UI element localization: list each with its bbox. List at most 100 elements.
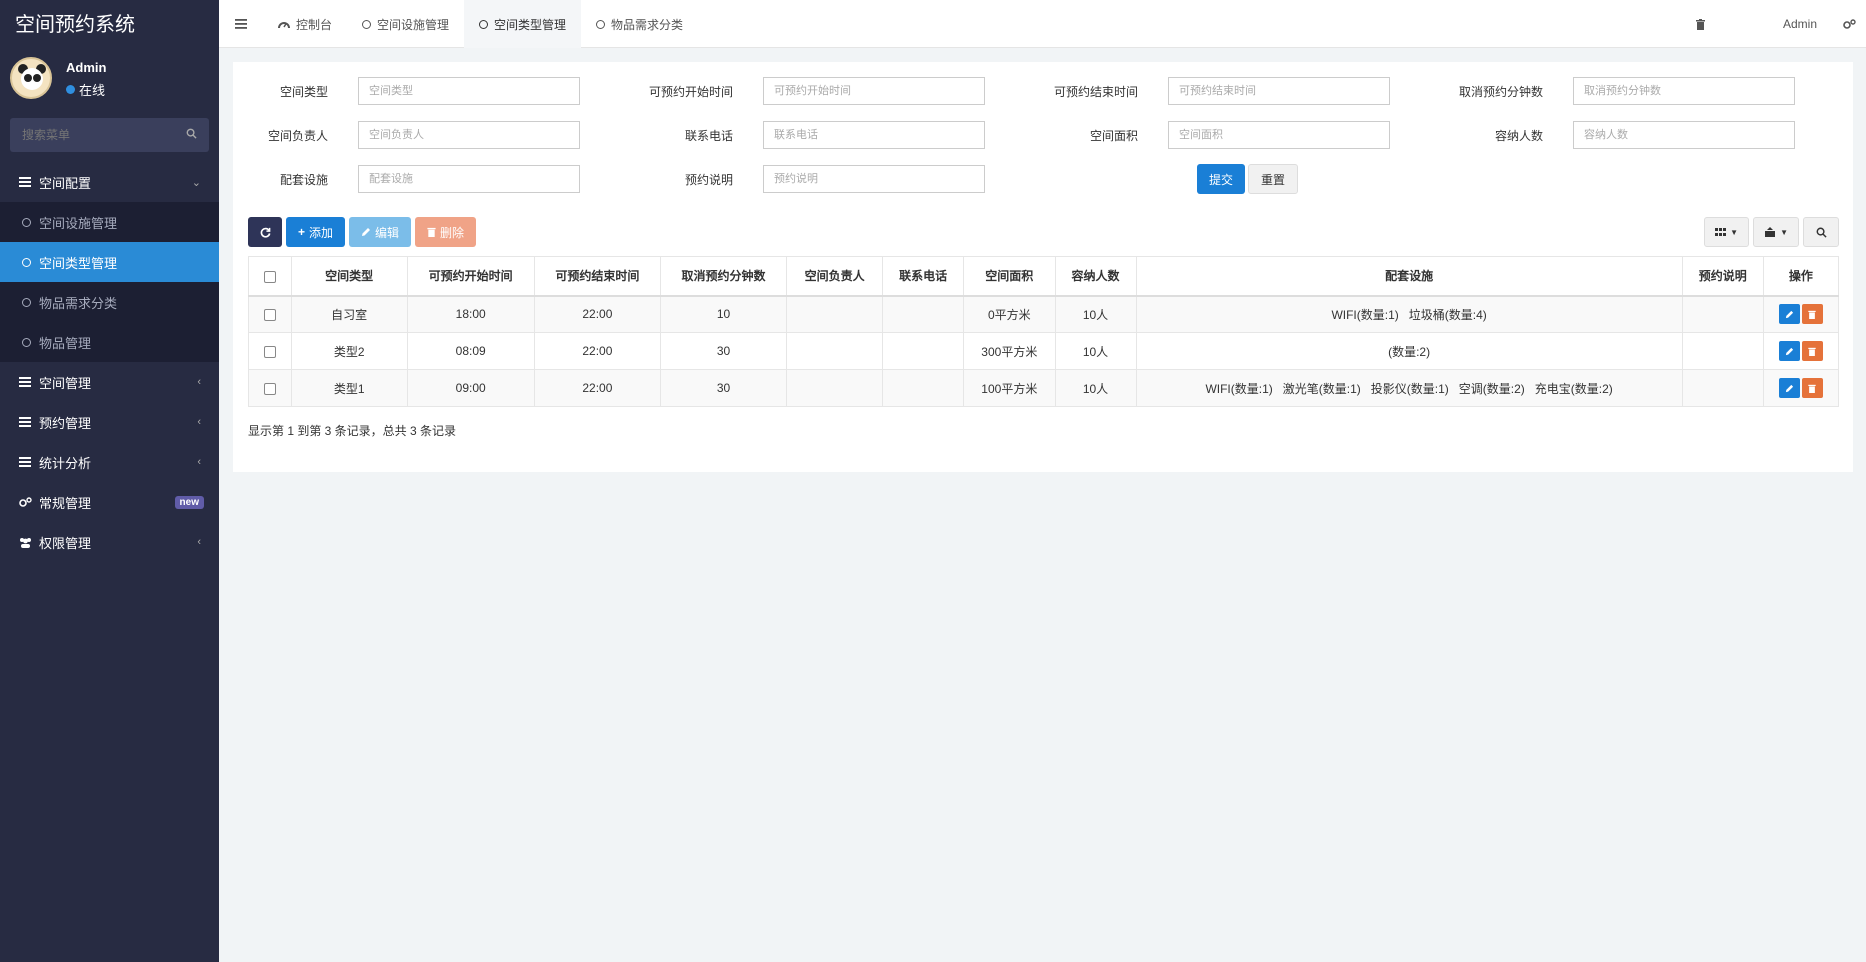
table-row[interactable]: 自习室 18:00 22:00 10 0平方米 10人 WIFI(数量:1) 垃… [248,295,1840,333]
settings-button[interactable] [1835,18,1866,30]
circle-icon [22,337,31,347]
search-toggle-button[interactable] [1803,217,1839,247]
column-header[interactable]: 可预约开始时间 [406,256,535,297]
columns-button[interactable]: ▼ [1704,217,1750,247]
tab-dashboard[interactable]: 控制台 [263,0,347,48]
column-header[interactable]: 空间负责人 [786,256,884,297]
sidebar-item-stats[interactable]: 统计分析 ‹ [0,442,219,482]
form-row: 可预约结束时间 [1043,76,1390,106]
table-cell [786,369,884,407]
column-header[interactable]: 空间类型 [290,256,408,297]
sidebar-item-general[interactable]: 常规管理 new [0,482,219,522]
column-header: 操作 [1762,256,1840,297]
start-time-input[interactable] [763,77,985,105]
cancel-minutes-input[interactable] [1573,77,1795,105]
table-cell: 09:00 [406,369,535,407]
toolbar-right: ▼ ▼ [1704,217,1839,247]
row-actions [1762,332,1840,370]
row-select-cell [248,295,292,333]
table-cell [1681,369,1764,407]
facilities-input[interactable] [358,165,580,193]
reset-button[interactable]: 重置 [1248,164,1299,194]
phone-input[interactable] [763,121,985,149]
tab-facility[interactable]: 空间设施管理 [347,0,464,48]
dashboard-icon [278,22,290,29]
export-button[interactable]: ▼ [1753,217,1799,247]
form-row: 预约说明 [638,164,985,194]
sidebar-item-facility[interactable]: 空间设施管理 [0,202,219,242]
tab-label: 空间类型管理 [494,17,567,32]
user-menu[interactable]: Admin [1765,17,1835,31]
column-header[interactable]: 配套设施 [1135,256,1683,297]
booking-note-input[interactable] [763,165,985,193]
search-icon[interactable] [186,128,197,139]
circle-icon [22,257,31,267]
row-delete-button[interactable] [1801,378,1823,398]
menu-search-input[interactable] [10,118,209,152]
tab-goods-category[interactable]: 物品需求分类 [581,0,698,48]
tab-bar: 控制台 空间设施管理 空间类型管理 物品需求分类 [219,0,698,48]
chevron-left-icon: ‹ [197,456,201,468]
table-row[interactable]: 类型2 08:09 22:00 30 300平方米 10人 (数量:2) [248,332,1840,370]
row-edit-button[interactable] [1778,341,1800,361]
table-row[interactable]: 类型1 09:00 22:00 30 100平方米 10人 WIFI(数量:1)… [248,369,1840,407]
circle-icon [479,19,489,29]
sidebar-item-permission[interactable]: 权限管理 ‹ [0,522,219,562]
chevron-down-icon: ⌄ [191,176,201,189]
app-title[interactable]: 空间预约系统 [0,0,219,50]
trash-icon [1808,347,1817,356]
sidebar-item-booking[interactable]: 预约管理 ‹ [0,402,219,442]
sidebar-item-goods-category[interactable]: 物品需求分类 [0,282,219,322]
row-delete-button[interactable] [1801,304,1823,325]
column-header[interactable]: 预约说明 [1681,256,1764,297]
field-label: 空间负责人 [267,128,328,143]
table-cell: 类型1 [290,369,408,407]
refresh-icon [260,227,270,238]
form-row: 空间类型 [233,76,580,106]
sidebar-item-space-type[interactable]: 空间类型管理 [0,242,219,282]
capacity-input[interactable] [1573,121,1795,149]
column-header[interactable]: 空间面积 [963,256,1056,297]
row-edit-button[interactable] [1778,378,1800,398]
select-all-checkbox[interactable] [263,270,276,283]
select-all-cell [248,256,292,297]
column-header[interactable]: 取消预约分钟数 [659,256,788,297]
chevron-left-icon: ‹ [197,536,201,548]
field-label: 联系电话 [684,128,733,143]
refresh-button[interactable] [248,217,282,247]
tab-label: 物品需求分类 [611,17,684,32]
user-panel: Admin 在线 [0,50,219,112]
table-cell: 10人 [1054,332,1137,370]
column-header[interactable]: 联系电话 [882,256,965,297]
table-cell: 30 [659,332,788,370]
clear-cache-button[interactable] [1678,18,1765,30]
sidebar-item-label: 权限管理 [39,535,92,551]
row-checkbox[interactable] [263,382,276,395]
submit-button[interactable]: 提交 [1197,164,1246,194]
sidebar-menu: 空间配置 ⌄ 空间设施管理 空间类型管理 物品需求分类 物品管理 空间管理 ‹ … [0,162,219,562]
users-icon [19,537,33,548]
column-header[interactable]: 可预约结束时间 [533,256,661,297]
menu-toggle-icon[interactable] [219,0,263,48]
tab-space-type[interactable]: 空间类型管理 [464,0,582,48]
row-checkbox[interactable] [263,345,276,358]
edit-button[interactable]: 编辑 [349,217,412,247]
end-time-input[interactable] [1168,77,1390,105]
column-header[interactable]: 容纳人数 [1054,256,1137,297]
row-checkbox[interactable] [263,309,276,322]
manager-input[interactable] [358,121,580,149]
user-status-label: 在线 [79,83,106,98]
pencil-icon [1785,310,1793,318]
area-input[interactable] [1168,121,1390,149]
table-cell: 08:09 [406,332,535,370]
sidebar-item-label: 统计分析 [39,455,92,471]
add-button[interactable]: + 添加 [286,217,346,247]
row-delete-button[interactable] [1801,341,1823,361]
delete-button[interactable]: 删除 [415,217,477,247]
row-edit-button[interactable] [1778,304,1800,325]
sidebar-item-space-config[interactable]: 空间配置 ⌄ [0,162,219,202]
space-type-input[interactable] [358,77,580,105]
sidebar-item-space-manage[interactable]: 空间管理 ‹ [0,362,219,402]
tab-label: 控制台 [296,17,333,32]
sidebar-item-goods[interactable]: 物品管理 [0,322,219,362]
